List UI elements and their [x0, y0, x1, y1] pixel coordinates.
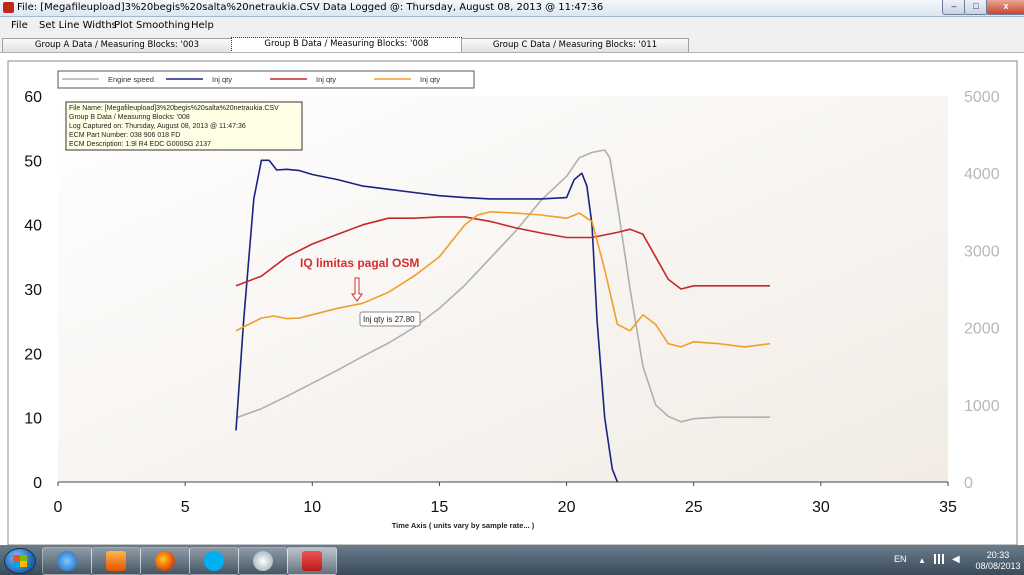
legend-label-inj-qty-orange: Inj qty — [420, 75, 440, 84]
title-bar: File: [Megafileupload]3%20begis%20salta%… — [0, 0, 1024, 17]
info-group: Group B Data / Measuring Blocks: '008 — [69, 114, 190, 121]
skype-icon — [204, 551, 224, 571]
menu-plot-smoothing[interactable]: Plot Smoothing — [114, 20, 190, 31]
annotation-text: IQ limitas pagal OSM — [300, 256, 419, 270]
x-tick-label: 0 — [54, 499, 63, 516]
y-tick-label: 40 — [24, 218, 42, 235]
window-title: File: [Megafileupload]3%20begis%20salta%… — [17, 2, 604, 13]
y2-tick-label: 5000 — [964, 89, 1000, 106]
y-tick-label: 0 — [33, 475, 42, 492]
chart-svg: 0 5 10 15 20 25 30 35 0 10 20 30 40 50 60 0 1000 2000 3000… — [7, 60, 1018, 546]
close-button[interactable]: x — [986, 0, 1024, 15]
vcds-scan-icon — [302, 551, 322, 571]
paint-icon — [253, 551, 273, 571]
x-axis-label: Time Axis ( units vary by sample rate...… — [392, 521, 535, 530]
system-tray: EN ▲ ◀ 20:33 08/08/2013 — [884, 545, 1024, 575]
y-tick-label: 60 — [24, 89, 42, 106]
y-tick-label: 10 — [24, 411, 42, 428]
tab-group-a[interactable]: Group A Data / Measuring Blocks: '003 — [2, 38, 232, 52]
legend: Engine speed Inj qty Inj qty Inj qty — [57, 70, 475, 89]
app-icon — [3, 2, 14, 13]
tooltip-text: Inj qty is 27.80 — [363, 315, 415, 324]
y2-tick-label: 1000 — [964, 398, 1000, 415]
clock-time: 20:33 — [986, 550, 1010, 560]
tab-group-b[interactable]: Group B Data / Measuring Blocks: '008 — [231, 37, 462, 53]
taskbar-skype[interactable] — [189, 547, 239, 575]
clock-date: 08/08/2013 — [975, 561, 1021, 571]
y2-tick-label: 3000 — [964, 243, 1000, 260]
info-log-captured: Log Captured on: Thursday, August 08, 20… — [69, 123, 246, 130]
info-ecm-part: ECM Part Number: 038 906 018 FD — [69, 132, 180, 139]
taskbar: EN ▲ ◀ 20:33 08/08/2013 — [0, 545, 1024, 575]
taskbar-internet-explorer[interactable] — [42, 547, 92, 575]
windows-logo-icon — [13, 555, 27, 567]
taskbar-paint[interactable] — [238, 547, 288, 575]
info-box: File Name: [Megafileupload]3%20begis%20s… — [65, 101, 303, 151]
y2-tick-label: 0 — [964, 475, 973, 492]
x-tick-label: 15 — [431, 499, 449, 516]
tab-strip: Group A Data / Measuring Blocks: '003 Gr… — [0, 37, 1024, 53]
firefox-icon — [155, 551, 175, 571]
info-file-name: File Name: [Megafileupload]3%20begis%20s… — [69, 105, 279, 112]
chart-panel: 0 5 10 15 20 25 30 35 0 10 20 30 40 50 60 0 1000 2000 3000… — [0, 52, 1024, 546]
info-ecm-description: ECM Description: 1.9l R4 EDC G000SG 2137 — [69, 141, 211, 148]
internet-explorer-icon — [57, 551, 77, 571]
network-icon[interactable] — [934, 554, 944, 564]
language-indicator[interactable]: EN — [894, 554, 907, 564]
plot-area — [58, 96, 948, 482]
x-tick-label: 35 — [939, 499, 957, 516]
taskbar-vcds-scan[interactable] — [287, 547, 337, 575]
menu-bar: File Set Line Widths Plot Smoothing Help — [0, 17, 1024, 36]
x-tick-label: 10 — [303, 499, 321, 516]
y2-tick-label: 2000 — [964, 321, 1000, 338]
menu-help[interactable]: Help — [191, 20, 214, 31]
tab-group-c[interactable]: Group C Data / Measuring Blocks: '011 — [461, 38, 689, 52]
x-tick-label: 30 — [812, 499, 830, 516]
y-tick-label: 20 — [24, 346, 42, 363]
menu-set-line-widths[interactable]: Set Line Widths — [39, 20, 117, 31]
legend-label-inj-qty-blue: Inj qty — [212, 75, 232, 84]
minimize-button[interactable]: – — [942, 0, 966, 15]
maximize-button[interactable]: □ — [964, 0, 988, 15]
taskbar-firefox[interactable] — [140, 547, 190, 575]
x-tick-label: 5 — [181, 499, 190, 516]
y-tick-label: 30 — [24, 282, 42, 299]
y-tick-label: 50 — [24, 153, 42, 170]
x-tick-label: 25 — [685, 499, 703, 516]
media-player-icon — [106, 551, 126, 571]
volume-icon[interactable]: ◀ — [952, 554, 960, 565]
start-button[interactable] — [4, 548, 36, 574]
legend-label-engine-speed: Engine speed — [108, 75, 154, 84]
taskbar-media-player[interactable] — [91, 547, 141, 575]
x-tick-label: 20 — [558, 499, 576, 516]
show-hidden-icons-icon[interactable]: ▲ — [918, 556, 926, 565]
tooltip: Inj qty is 27.80 — [359, 311, 421, 327]
menu-file[interactable]: File — [11, 20, 28, 31]
clock[interactable]: 20:33 08/08/2013 — [972, 550, 1024, 572]
y2-tick-label: 4000 — [964, 166, 1000, 183]
legend-label-inj-qty-red: Inj qty — [316, 75, 336, 84]
